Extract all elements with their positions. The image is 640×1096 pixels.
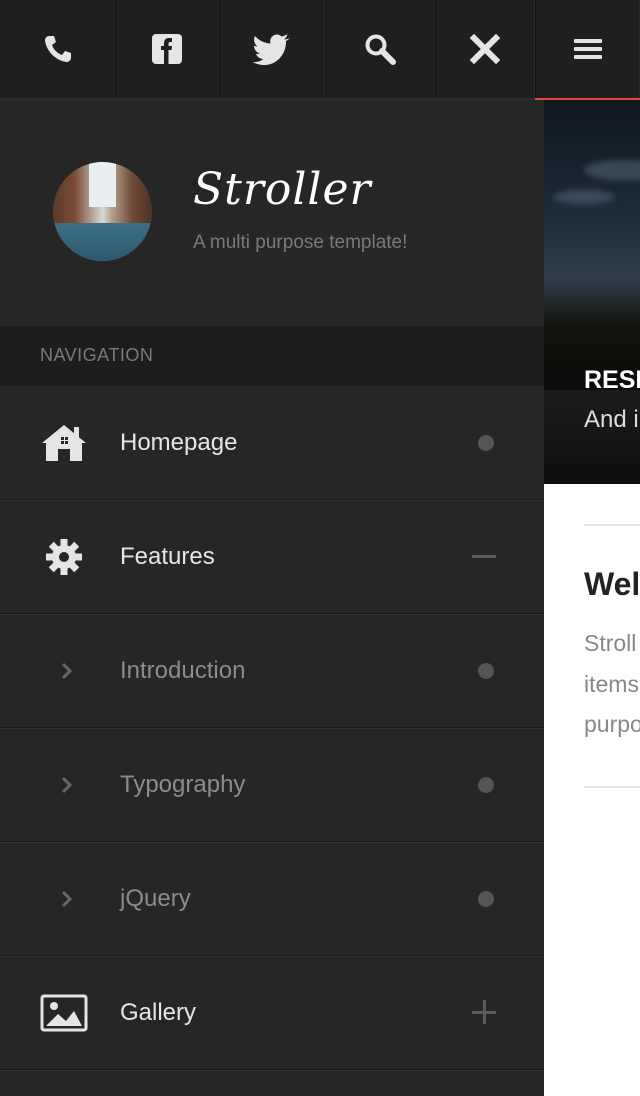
nav-item-typography[interactable]: Typography xyxy=(0,728,544,842)
search-icon xyxy=(364,33,396,65)
collapse-icon[interactable] xyxy=(472,555,496,558)
brand-logo: Stroller xyxy=(193,164,372,215)
close-icon xyxy=(470,34,500,64)
dot-indicator xyxy=(478,435,494,451)
gear-icon xyxy=(40,500,88,613)
divider xyxy=(584,786,640,788)
navigation-heading-label: NAVIGATION xyxy=(40,345,154,365)
hero-title: RESI xyxy=(584,366,640,394)
menu-icon xyxy=(573,38,603,60)
main-content: RESI And i Wel Stroll items purpo xyxy=(544,100,640,1096)
nav-item-label: Homepage xyxy=(120,429,238,456)
nav-item-gallery[interactable]: Gallery xyxy=(0,956,544,1070)
hero-subtitle: And i xyxy=(584,406,639,433)
dot-indicator xyxy=(478,777,494,793)
phone-icon xyxy=(42,33,74,65)
profile-header: Stroller A multi purpose template! xyxy=(0,100,544,326)
nav-item-introduction[interactable]: Introduction xyxy=(0,614,544,728)
chevron-right-icon xyxy=(60,614,74,727)
nav-item-features[interactable]: Features xyxy=(0,500,544,614)
search-button[interactable] xyxy=(325,0,436,98)
navigation-heading: NAVIGATION xyxy=(0,326,544,386)
nav-item-homepage[interactable]: Homepage xyxy=(0,386,544,500)
twitter-button[interactable] xyxy=(219,0,326,98)
menu-button[interactable] xyxy=(535,0,640,100)
dot-indicator xyxy=(478,891,494,907)
image-icon xyxy=(40,956,88,1069)
phone-button[interactable] xyxy=(0,0,116,98)
facebook-button[interactable] xyxy=(115,0,220,98)
twitter-icon xyxy=(252,33,292,65)
divider xyxy=(584,524,640,526)
nav-item-label: Introduction xyxy=(120,657,246,684)
paragraph-line: items xyxy=(584,671,639,697)
nav-item-label: jQuery xyxy=(120,885,191,912)
welcome-heading: Wel xyxy=(584,566,640,602)
hero-banner: RESI And i xyxy=(544,100,640,484)
home-icon xyxy=(40,386,88,499)
close-button[interactable] xyxy=(435,0,536,98)
top-toolbar xyxy=(0,0,640,100)
sidebar: Stroller A multi purpose template! NAVIG… xyxy=(0,100,544,1096)
chevron-right-icon xyxy=(60,842,74,955)
nav-item-label: Typography xyxy=(120,771,246,798)
expand-icon[interactable] xyxy=(472,1000,496,1024)
paragraph-line: purpo xyxy=(584,711,640,737)
nav-item-label: Features xyxy=(120,543,215,570)
chevron-right-icon xyxy=(60,728,74,841)
nav-item-jquery[interactable]: jQuery xyxy=(0,842,544,956)
nav-item-label: Gallery xyxy=(120,999,197,1026)
tagline: A multi purpose template! xyxy=(193,232,408,253)
facebook-icon xyxy=(151,33,183,65)
avatar xyxy=(53,162,152,261)
dot-indicator xyxy=(478,663,494,679)
paragraph-line: Stroll xyxy=(584,630,637,656)
